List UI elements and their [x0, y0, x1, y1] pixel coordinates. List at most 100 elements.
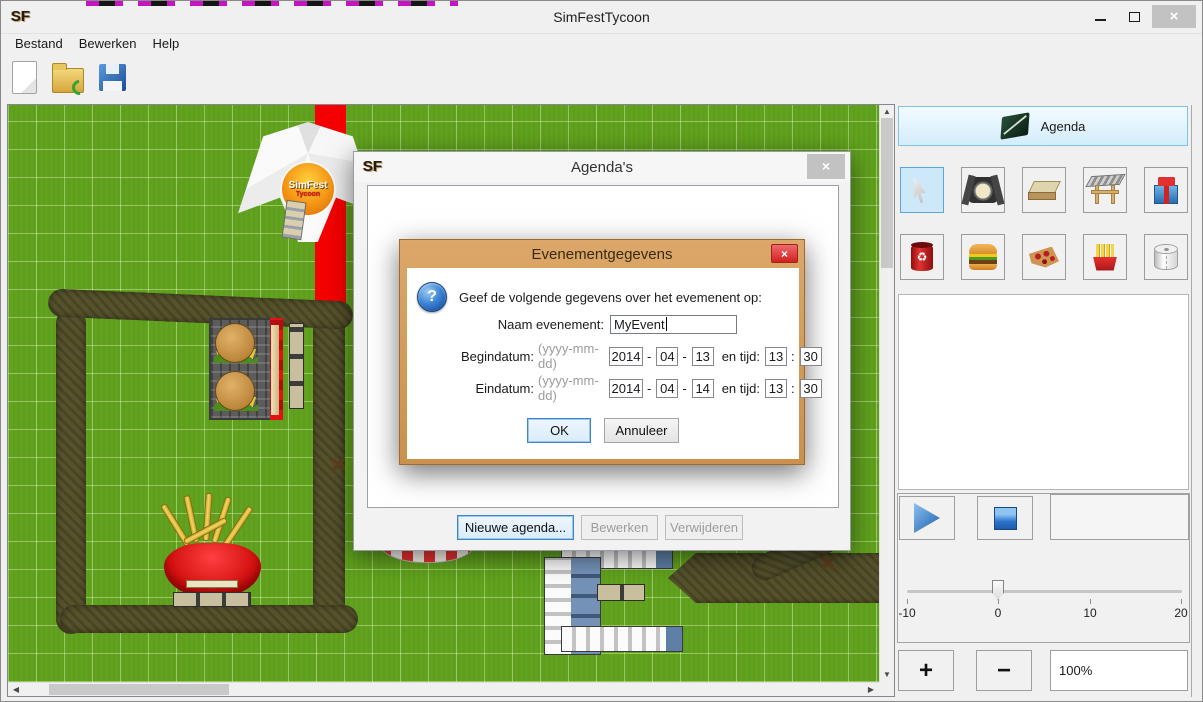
sidebar: Agenda	[897, 105, 1192, 697]
slider-tick	[1090, 599, 1091, 604]
new-agenda-button[interactable]: Nieuwe agenda...	[457, 515, 574, 540]
event-dialog: Evenementgegevens × ? Geef de volgende g…	[399, 239, 805, 465]
time-label: en tijd:	[722, 349, 760, 364]
maximize-button[interactable]	[1118, 5, 1150, 28]
trashcan-icon	[911, 244, 933, 271]
begin-month-input[interactable]: 04	[656, 347, 678, 366]
end-day-input[interactable]: 14	[692, 379, 714, 398]
fries-bowl	[164, 543, 261, 596]
colon-separator: :	[791, 349, 795, 364]
date-format-hint: (yyyy-mm-dd)	[534, 373, 604, 403]
bench[interactable]	[289, 323, 304, 409]
play-icon	[914, 503, 940, 533]
slider-label: 10	[1074, 606, 1106, 620]
end-year-input[interactable]: 2014	[609, 379, 643, 398]
dirt-path[interactable]	[56, 308, 86, 634]
tent-logo-subtext: Tycoon	[296, 191, 320, 198]
horizontal-scrollbar[interactable]	[8, 682, 879, 696]
slider-label: 20	[1165, 606, 1197, 620]
tool-stage[interactable]	[1083, 167, 1127, 213]
event-prompt: Geef de volgende gegevens over het eveme…	[459, 290, 762, 305]
delete-agenda-button[interactable]: Verwijderen	[665, 515, 743, 540]
agenda-button[interactable]: Agenda	[898, 106, 1188, 146]
play-button[interactable]	[899, 496, 955, 540]
name-label: Naam evenement:	[407, 317, 604, 332]
begin-date-row: Begindatum: (yyyy-mm-dd) 2014 - 04 - 13 …	[407, 346, 799, 366]
zoom-in-button[interactable]: +	[898, 650, 954, 691]
menu-item-help[interactable]: Help	[145, 36, 188, 51]
tool-burger[interactable]	[961, 234, 1005, 280]
dash-separator: -	[682, 381, 686, 396]
counter-plank	[271, 325, 279, 415]
event-name-input[interactable]: MyEvent	[610, 315, 737, 334]
date-format-hint: (yyyy-mm-dd)	[534, 341, 604, 371]
tool-toilet-paper[interactable]	[1144, 234, 1188, 280]
save-button[interactable]	[93, 55, 131, 99]
vertical-scrollbar[interactable]	[879, 105, 894, 682]
bench[interactable]	[597, 584, 645, 601]
event-name-value: MyEvent	[614, 317, 665, 332]
new-file-button[interactable]	[5, 55, 43, 99]
scroll-down-icon[interactable]	[880, 669, 894, 681]
playback-panel: -10 0 10 20	[897, 493, 1190, 643]
end-minute-input[interactable]: 30	[800, 379, 822, 398]
time-label: en tijd:	[722, 381, 760, 396]
event-close-button[interactable]: ×	[771, 244, 798, 263]
tool-fries[interactable]	[1083, 234, 1127, 280]
dirt-path[interactable]	[60, 605, 358, 633]
menu-item-bestand[interactable]: Bestand	[7, 36, 71, 51]
begin-label: Begindatum:	[407, 349, 534, 364]
end-hour-input[interactable]: 13	[765, 379, 787, 398]
tool-path[interactable]	[1022, 167, 1066, 213]
cancel-button[interactable]: Annuleer	[604, 418, 678, 443]
pizza-icon	[1029, 247, 1059, 268]
minimize-icon	[1095, 19, 1106, 21]
open-file-button[interactable]	[49, 55, 87, 99]
agenda-button-label: Agenda	[1041, 119, 1086, 134]
horizontal-scroll-thumb[interactable]	[49, 684, 229, 695]
begin-hour-input[interactable]: 13	[765, 347, 787, 366]
end-month-input[interactable]: 04	[656, 379, 678, 398]
agendas-dialog-titlebar[interactable]: SF Agenda's ×	[354, 152, 850, 182]
scroll-up-icon[interactable]	[880, 106, 894, 118]
fries-stand[interactable]	[158, 493, 268, 596]
slider-tick	[907, 599, 908, 604]
begin-minute-input[interactable]: 30	[800, 347, 822, 366]
app-window: SF SimFestTycoon × Bestand Bewerken Help	[0, 0, 1203, 702]
stop-button[interactable]	[977, 496, 1033, 540]
menu-item-bewerken[interactable]: Bewerken	[71, 36, 145, 51]
scroll-right-icon[interactable]	[864, 684, 878, 696]
fries-bowl-label	[186, 580, 238, 588]
begin-year-input[interactable]: 2014	[609, 347, 643, 366]
tool-trashcan[interactable]	[900, 234, 944, 280]
begin-day-input[interactable]: 13	[692, 347, 714, 366]
cursor-icon	[912, 177, 932, 204]
edit-agenda-button[interactable]: Bewerken	[581, 515, 658, 540]
minimize-button[interactable]	[1084, 5, 1116, 28]
agendas-close-button[interactable]: ×	[807, 154, 845, 179]
vertical-scroll-thumb[interactable]	[881, 118, 893, 268]
zoom-out-button[interactable]: −	[976, 650, 1032, 691]
pinwheel[interactable]	[330, 457, 346, 473]
tool-gift[interactable]	[1144, 167, 1188, 213]
close-button[interactable]: ×	[1152, 5, 1196, 28]
slider-track[interactable]	[907, 590, 1182, 593]
dirt-path[interactable]	[48, 288, 354, 329]
text-caret	[666, 317, 667, 331]
scroll-left-icon[interactable]	[9, 684, 23, 696]
colon-separator: :	[791, 381, 795, 396]
pinwheel[interactable]	[820, 555, 836, 571]
ok-button[interactable]: OK	[527, 418, 591, 443]
open-folder-icon	[52, 68, 84, 93]
slider-thumb[interactable]	[992, 580, 1004, 600]
tent-logo-text: SimFest	[289, 180, 328, 191]
tool-spotlight[interactable]	[961, 167, 1005, 213]
dash-separator: -	[647, 349, 651, 364]
tool-select[interactable]	[900, 167, 944, 213]
burger-stand[interactable]	[209, 318, 283, 420]
toilet-block[interactable]	[561, 626, 683, 652]
open-arrow-icon	[69, 76, 90, 97]
tool-pizza[interactable]	[1022, 234, 1066, 280]
zoom-level-field[interactable]: 100%	[1050, 650, 1188, 691]
bench[interactable]	[173, 592, 251, 607]
